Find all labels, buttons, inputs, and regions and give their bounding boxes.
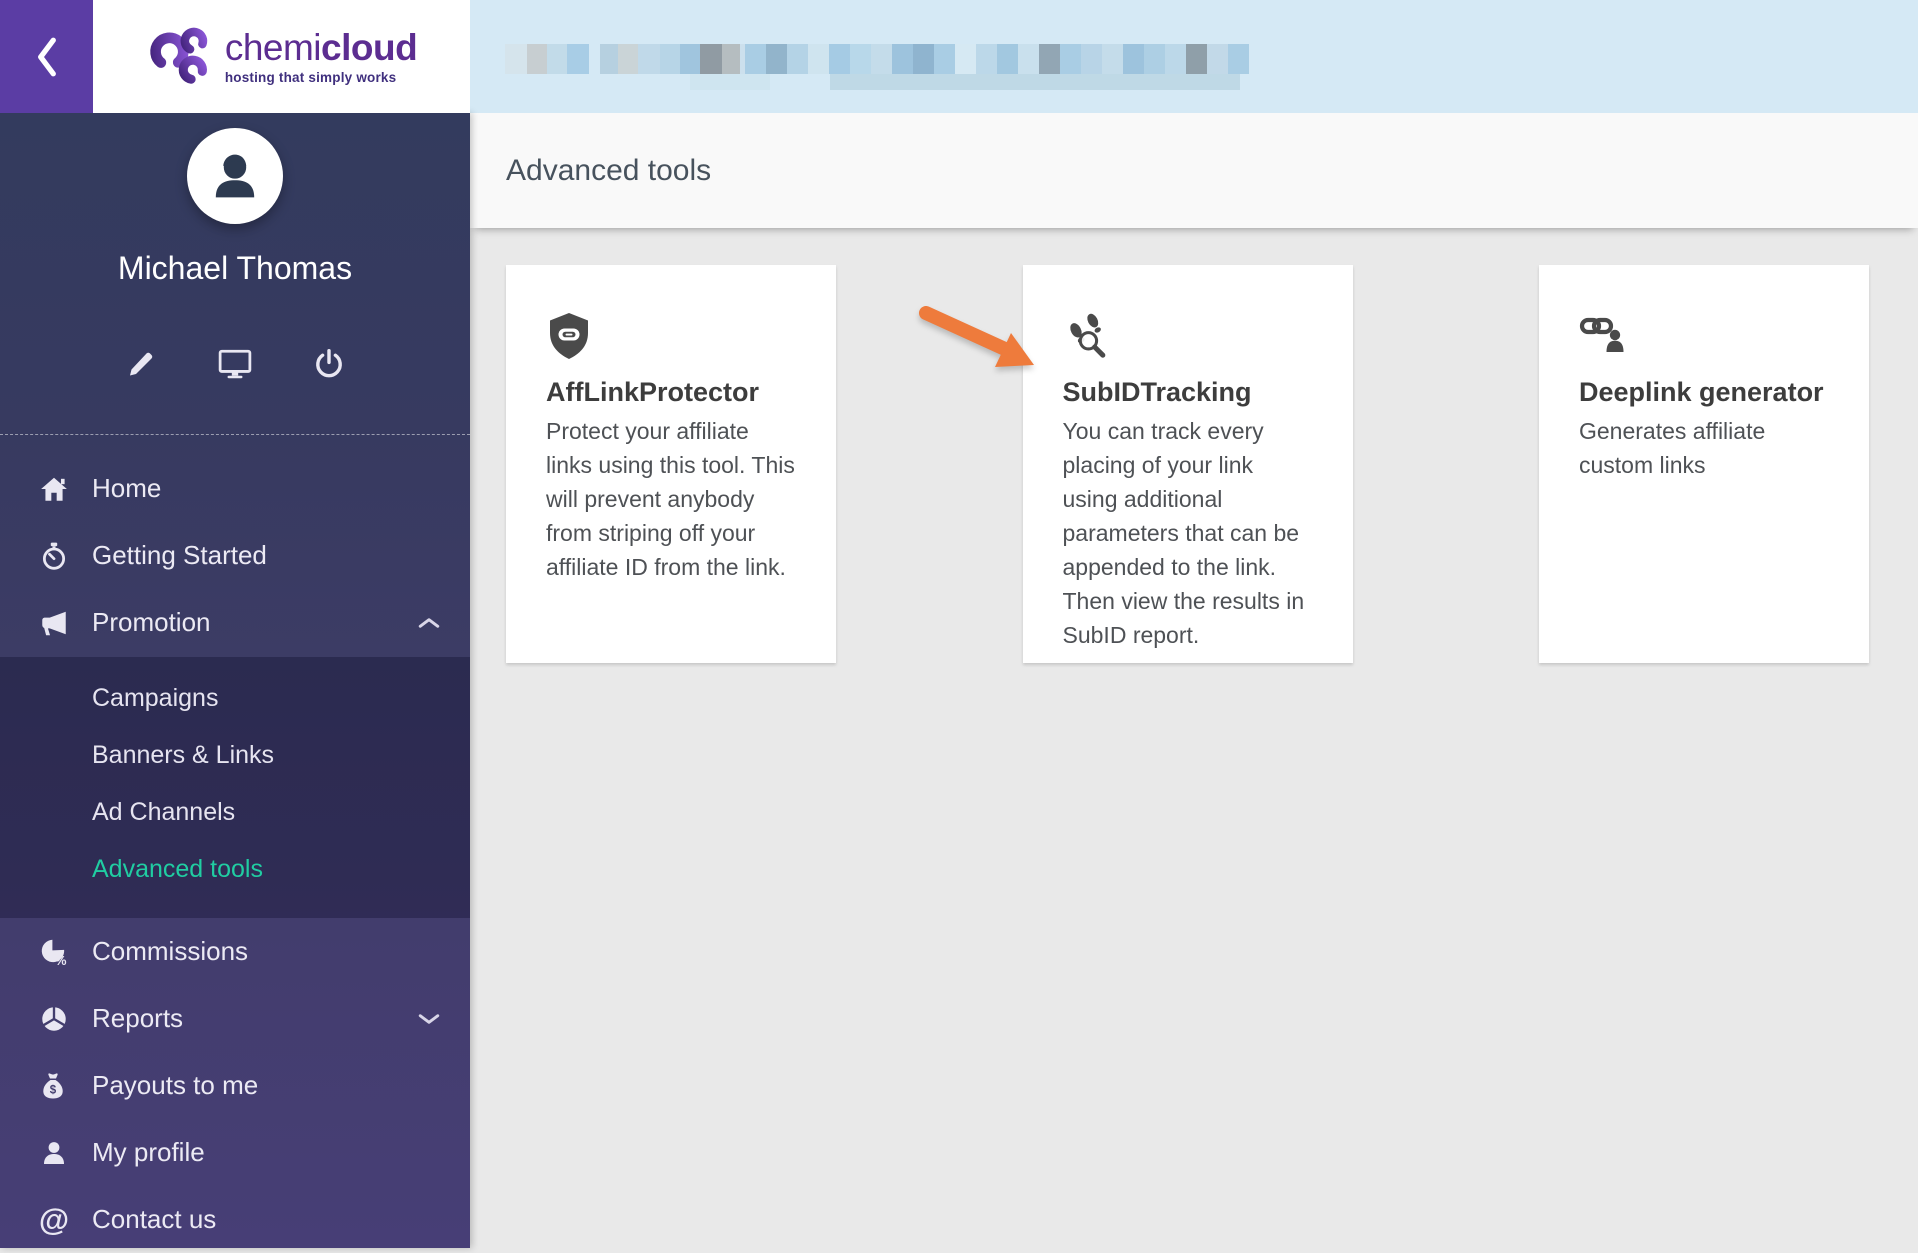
logo-tagline: hosting that simply works bbox=[224, 69, 397, 85]
pie-percent-icon: % bbox=[36, 936, 72, 968]
submenu-item-advanced-tools[interactable]: Advanced tools bbox=[0, 841, 470, 898]
power-icon bbox=[313, 348, 345, 380]
card-subidtracking[interactable]: SubIDTracking You can track every placin… bbox=[1022, 265, 1353, 663]
sidebar-item-label: Getting Started bbox=[92, 540, 267, 570]
home-icon bbox=[36, 474, 72, 504]
page-header: Advanced tools bbox=[470, 113, 1918, 228]
sidebar-nav-bottom: % Commissions Reports $ Payouts to me My… bbox=[0, 918, 470, 1253]
avatar bbox=[187, 128, 283, 224]
sidebar-item-reports[interactable]: Reports bbox=[0, 985, 470, 1052]
sidebar-item-label: Payouts to me bbox=[92, 1070, 259, 1100]
svg-text:%: % bbox=[55, 952, 67, 967]
sidebar-item-label: My profile bbox=[92, 1137, 205, 1167]
edit-profile-button[interactable] bbox=[124, 347, 158, 381]
card-title: AffLinkProtector bbox=[546, 377, 760, 407]
sidebar: Michael Thomas Home Getting Started Prom… bbox=[0, 113, 470, 1248]
pointer-arrow-icon bbox=[912, 297, 1042, 386]
chain-user-icon bbox=[1579, 311, 1829, 365]
logo-text: chemicloud hosting that simply works bbox=[224, 26, 418, 85]
page-title: Advanced tools bbox=[506, 153, 712, 187]
monitor-icon bbox=[218, 348, 252, 380]
card-afflinkprotector[interactable]: AffLinkProtector Protect your affiliate … bbox=[506, 265, 836, 663]
blurred-text-block bbox=[505, 44, 589, 74]
money-bag-icon: $ bbox=[36, 1070, 72, 1102]
chevron-up-icon bbox=[418, 616, 440, 630]
sidebar-item-my-profile[interactable]: My profile bbox=[0, 1119, 470, 1186]
sidebar-item-home[interactable]: Home bbox=[0, 455, 470, 522]
submenu-item-campaigns[interactable]: Campaigns bbox=[0, 670, 470, 727]
card-title: SubIDTracking bbox=[1062, 377, 1252, 407]
back-button[interactable] bbox=[0, 0, 93, 113]
at-sign-icon: @ bbox=[38, 1202, 70, 1237]
pencil-icon bbox=[126, 349, 156, 379]
card-title: Deeplink generator bbox=[1579, 377, 1824, 407]
sidebar-item-label: Home bbox=[92, 473, 162, 503]
profile-actions bbox=[0, 347, 470, 381]
blurred-text-block bbox=[600, 44, 760, 74]
chemicloud-logo-icon bbox=[146, 24, 212, 90]
brand-cloud: cloud bbox=[321, 26, 418, 68]
card-description: Protect your affiliate links using this … bbox=[546, 418, 795, 580]
blurred-text-block bbox=[690, 74, 770, 90]
person-icon bbox=[203, 144, 267, 208]
svg-text:$: $ bbox=[50, 1084, 57, 1096]
user-icon bbox=[36, 1139, 72, 1167]
sidebar-item-label: Reports bbox=[92, 1003, 184, 1033]
chevron-down-icon bbox=[418, 1012, 440, 1026]
shield-link-icon bbox=[546, 311, 796, 365]
card-deeplink-generator[interactable]: Deeplink generator Generates affiliate c… bbox=[1539, 265, 1869, 663]
blurred-text-block bbox=[830, 74, 1240, 90]
pie-chart-icon bbox=[36, 1003, 72, 1035]
promotion-submenu: Campaigns Banners & Links Ad Channels Ad… bbox=[0, 657, 470, 918]
sidebar-item-commissions[interactable]: % Commissions bbox=[0, 918, 470, 985]
sidebar-item-label: Contact us bbox=[92, 1204, 217, 1234]
footprints-search-icon bbox=[1063, 311, 1313, 365]
sidebar-item-contact-us[interactable]: @ Contact us bbox=[0, 1186, 470, 1253]
user-name: Michael Thomas bbox=[117, 250, 353, 286]
sidebar-divider bbox=[0, 434, 470, 435]
sidebar-item-promotion[interactable]: Promotion bbox=[0, 589, 470, 656]
submenu-item-banners-links[interactable]: Banners & Links bbox=[0, 727, 470, 784]
card-description: You can track every placing of your link… bbox=[1062, 418, 1305, 648]
stopwatch-icon bbox=[36, 541, 72, 571]
sidebar-item-label: Promotion bbox=[92, 607, 211, 637]
sidebar-nav-top: Home Getting Started Promotion bbox=[0, 455, 470, 656]
bullhorn-icon bbox=[36, 607, 72, 639]
chevron-left-icon bbox=[34, 36, 60, 78]
top-notification-bar bbox=[470, 0, 1918, 113]
sidebar-item-payouts[interactable]: $ Payouts to me bbox=[0, 1052, 470, 1119]
logout-button[interactable] bbox=[312, 347, 346, 381]
blurred-text-block bbox=[745, 44, 1249, 74]
advanced-tools-cards: AffLinkProtector Protect your affiliate … bbox=[506, 265, 1869, 663]
display-settings-button[interactable] bbox=[218, 347, 252, 381]
brand-chemi: chemi bbox=[224, 26, 322, 68]
card-description: Generates affiliate custom links bbox=[1579, 418, 1766, 478]
sidebar-item-label: Commissions bbox=[92, 936, 249, 966]
sidebar-item-getting-started[interactable]: Getting Started bbox=[0, 522, 470, 589]
submenu-item-ad-channels[interactable]: Ad Channels bbox=[0, 784, 470, 841]
chemicloud-logo[interactable]: chemicloud hosting that simply works bbox=[93, 0, 470, 113]
